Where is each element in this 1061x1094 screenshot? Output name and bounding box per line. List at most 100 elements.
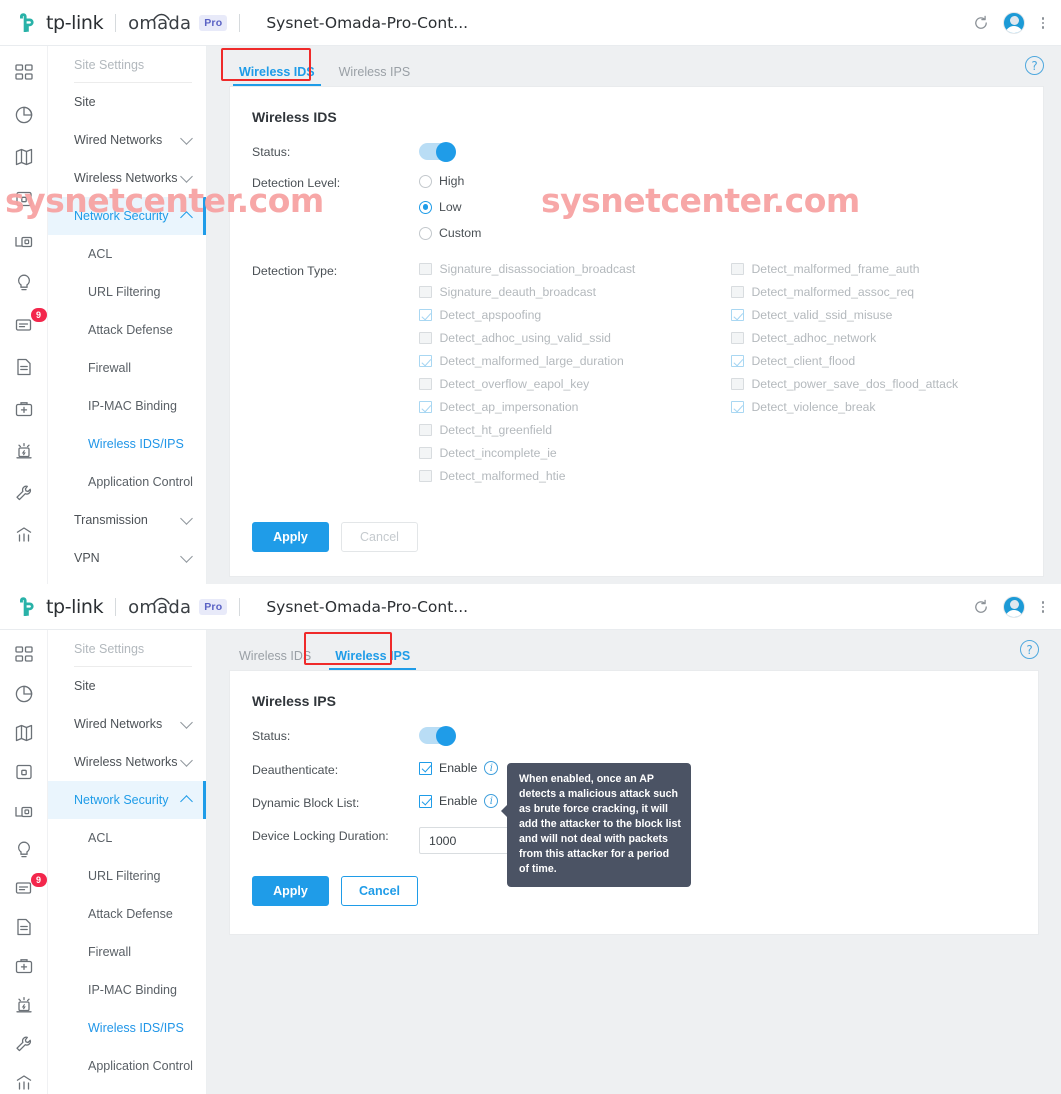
refresh-icon[interactable]	[973, 599, 989, 615]
tab-wireless-ids[interactable]: Wireless IDS	[229, 60, 325, 86]
rail-devices-icon[interactable]	[11, 760, 37, 783]
rail-insight-icon[interactable]	[11, 838, 37, 861]
list-item[interactable]: Detect_power_save_dos_flood_attack	[731, 377, 1043, 391]
rail-map-icon[interactable]	[11, 722, 37, 745]
sidebar-item-wireless-networks[interactable]: Wireless Networks	[48, 159, 206, 197]
avatar[interactable]	[1002, 12, 1025, 34]
sidebar-item-application-control[interactable]: Application Control	[48, 463, 206, 501]
list-item[interactable]: Detect_adhoc_using_valid_ssid	[419, 331, 731, 345]
rail-log-icon[interactable]: 9	[11, 872, 47, 900]
sidebar-item-firewall[interactable]: Firewall	[48, 349, 206, 387]
list-item[interactable]: Detect_ap_impersonation	[419, 400, 731, 414]
sidebar-item-ip-mac-binding[interactable]: IP-MAC Binding	[48, 971, 206, 1009]
checkbox-checked-icon[interactable]	[419, 761, 432, 775]
list-item[interactable]: Detect_malformed_htie	[419, 469, 731, 483]
sidebar-item-url-filtering[interactable]: URL Filtering	[48, 273, 206, 311]
rail-devices-icon[interactable]	[11, 186, 37, 212]
list-item[interactable]: Detect_overflow_eapol_key	[419, 377, 731, 391]
sidebar-item-label: VPN	[74, 551, 100, 565]
ips-tabbar: Wireless IDS Wireless IPS ?	[207, 630, 1061, 670]
sidebar-item-transmission[interactable]: Transmission	[48, 501, 206, 539]
sidebar-item-wired-networks[interactable]: Wired Networks	[48, 121, 206, 159]
sidebar-item-wireless-ids-ips[interactable]: Wireless IDS/IPS	[48, 1009, 206, 1047]
rail-toolbox-icon[interactable]	[11, 955, 37, 978]
checkbox-icon	[419, 377, 432, 391]
sidebar-item-url-filtering[interactable]: URL Filtering	[48, 857, 206, 895]
question-mark-icon[interactable]: ?	[1020, 640, 1039, 659]
tab-wireless-ips[interactable]: Wireless IPS	[325, 644, 420, 670]
ips-status-toggle[interactable]	[419, 725, 456, 746]
rail-settings-wrench-icon[interactable]	[11, 480, 37, 506]
list-item[interactable]: Detect_malformed_assoc_req	[731, 285, 1043, 299]
rail-clients-icon[interactable]	[11, 799, 37, 822]
list-item[interactable]: Detect_violence_break	[731, 400, 1043, 414]
list-item[interactable]: Detect_malformed_frame_auth	[731, 262, 1043, 276]
checkbox-checked-icon[interactable]	[419, 794, 432, 808]
question-mark-icon[interactable]: ?	[1025, 56, 1044, 75]
rail-analytics-icon[interactable]	[11, 1071, 37, 1094]
rail-log-icon[interactable]: 9	[11, 308, 47, 338]
rail-dashboard-icon[interactable]	[11, 644, 37, 667]
rail-statistics-icon[interactable]	[11, 102, 37, 128]
apply-button[interactable]: Apply	[252, 522, 329, 552]
panel-title: Wireless IDS	[252, 109, 337, 125]
tab-wireless-ids[interactable]: Wireless IDS	[229, 644, 321, 670]
sidebar-item-label: Wired Networks	[74, 717, 163, 731]
rail-analytics-icon[interactable]	[11, 522, 37, 548]
rail-map-icon[interactable]	[11, 144, 37, 170]
sidebar-item-vpn[interactable]: VPN	[48, 539, 206, 577]
list-item[interactable]: Detect_malformed_large_duration	[419, 354, 731, 368]
list-item[interactable]: Detect_adhoc_network	[731, 331, 1043, 345]
info-icon[interactable]: i	[484, 794, 499, 808]
radio-custom[interactable]: Custom	[419, 226, 1043, 240]
cancel-button[interactable]: Cancel	[341, 522, 418, 552]
cancel-button[interactable]: Cancel	[341, 876, 418, 906]
list-item[interactable]: Detect_client_flood	[731, 354, 1043, 368]
kebab-menu-icon[interactable]	[1039, 597, 1048, 617]
sidebar-item-wireless-ids-ips[interactable]: Wireless IDS/IPS	[48, 425, 206, 463]
sidebar-item-wired-networks[interactable]: Wired Networks	[48, 705, 206, 743]
rail-settings-wrench-icon[interactable]	[11, 1032, 37, 1055]
device-locking-duration-input[interactable]: 1000	[419, 827, 514, 854]
sidebar-item-site[interactable]: Site	[48, 83, 206, 121]
rail-report-icon[interactable]	[11, 916, 37, 939]
info-icon[interactable]: i	[484, 761, 499, 775]
sidebar-item-ip-mac-binding[interactable]: IP-MAC Binding	[48, 387, 206, 425]
rail-clients-icon[interactable]	[11, 228, 37, 254]
list-item[interactable]: Signature_disassociation_broadcast	[419, 262, 731, 276]
list-item[interactable]: Signature_deauth_broadcast	[419, 285, 731, 299]
radio-high[interactable]: High	[419, 174, 1043, 188]
list-item[interactable]: Detect_apspoofing	[419, 308, 731, 322]
rail-alert-icon[interactable]	[11, 438, 37, 464]
sidebar-item-acl[interactable]: ACL	[48, 819, 206, 857]
window-wireless-ids: tp-link omada Pro Sysnet-Omada-Pro-Cont.…	[0, 0, 1061, 584]
rail-dashboard-icon[interactable]	[11, 60, 37, 86]
detection-level-control: High Low Custom	[419, 174, 1043, 252]
status-toggle[interactable]	[419, 141, 456, 162]
rail-alert-icon[interactable]	[11, 993, 37, 1016]
list-item[interactable]: Detect_valid_ssid_misuse	[731, 308, 1043, 322]
list-item[interactable]: Detect_incomplete_ie	[419, 446, 731, 460]
app-header-2: tp-link omada Pro Sysnet-Omada-Pro-Cont.…	[0, 584, 1061, 630]
rail-statistics-icon[interactable]	[11, 683, 37, 706]
sidebar-item-attack-defense[interactable]: Attack Defense	[48, 311, 206, 349]
rail-report-icon[interactable]	[11, 354, 37, 380]
rail-insight-icon[interactable]	[11, 270, 37, 296]
rail-toolbox-icon[interactable]	[11, 396, 37, 422]
sidebar-item-network-security[interactable]: Network Security	[48, 197, 206, 235]
sidebar-item-attack-defense[interactable]: Attack Defense	[48, 895, 206, 933]
kebab-menu-icon[interactable]	[1039, 13, 1048, 33]
sidebar-item-firewall[interactable]: Firewall	[48, 933, 206, 971]
refresh-icon[interactable]	[973, 15, 989, 31]
sidebar-item-site[interactable]: Site	[48, 667, 206, 705]
sidebar-item-network-security[interactable]: Network Security	[48, 781, 206, 819]
radio-low[interactable]: Low	[419, 200, 1043, 214]
apply-button[interactable]: Apply	[252, 876, 329, 906]
sidebar-item-application-control[interactable]: Application Control	[48, 1047, 206, 1085]
avatar[interactable]	[1002, 596, 1025, 618]
tab-wireless-ips[interactable]: Wireless IPS	[329, 60, 421, 86]
sidebar-item-acl[interactable]: ACL	[48, 235, 206, 273]
radio-circle-icon	[419, 174, 432, 188]
list-item[interactable]: Detect_ht_greenfield	[419, 423, 731, 437]
sidebar-item-wireless-networks[interactable]: Wireless Networks	[48, 743, 206, 781]
